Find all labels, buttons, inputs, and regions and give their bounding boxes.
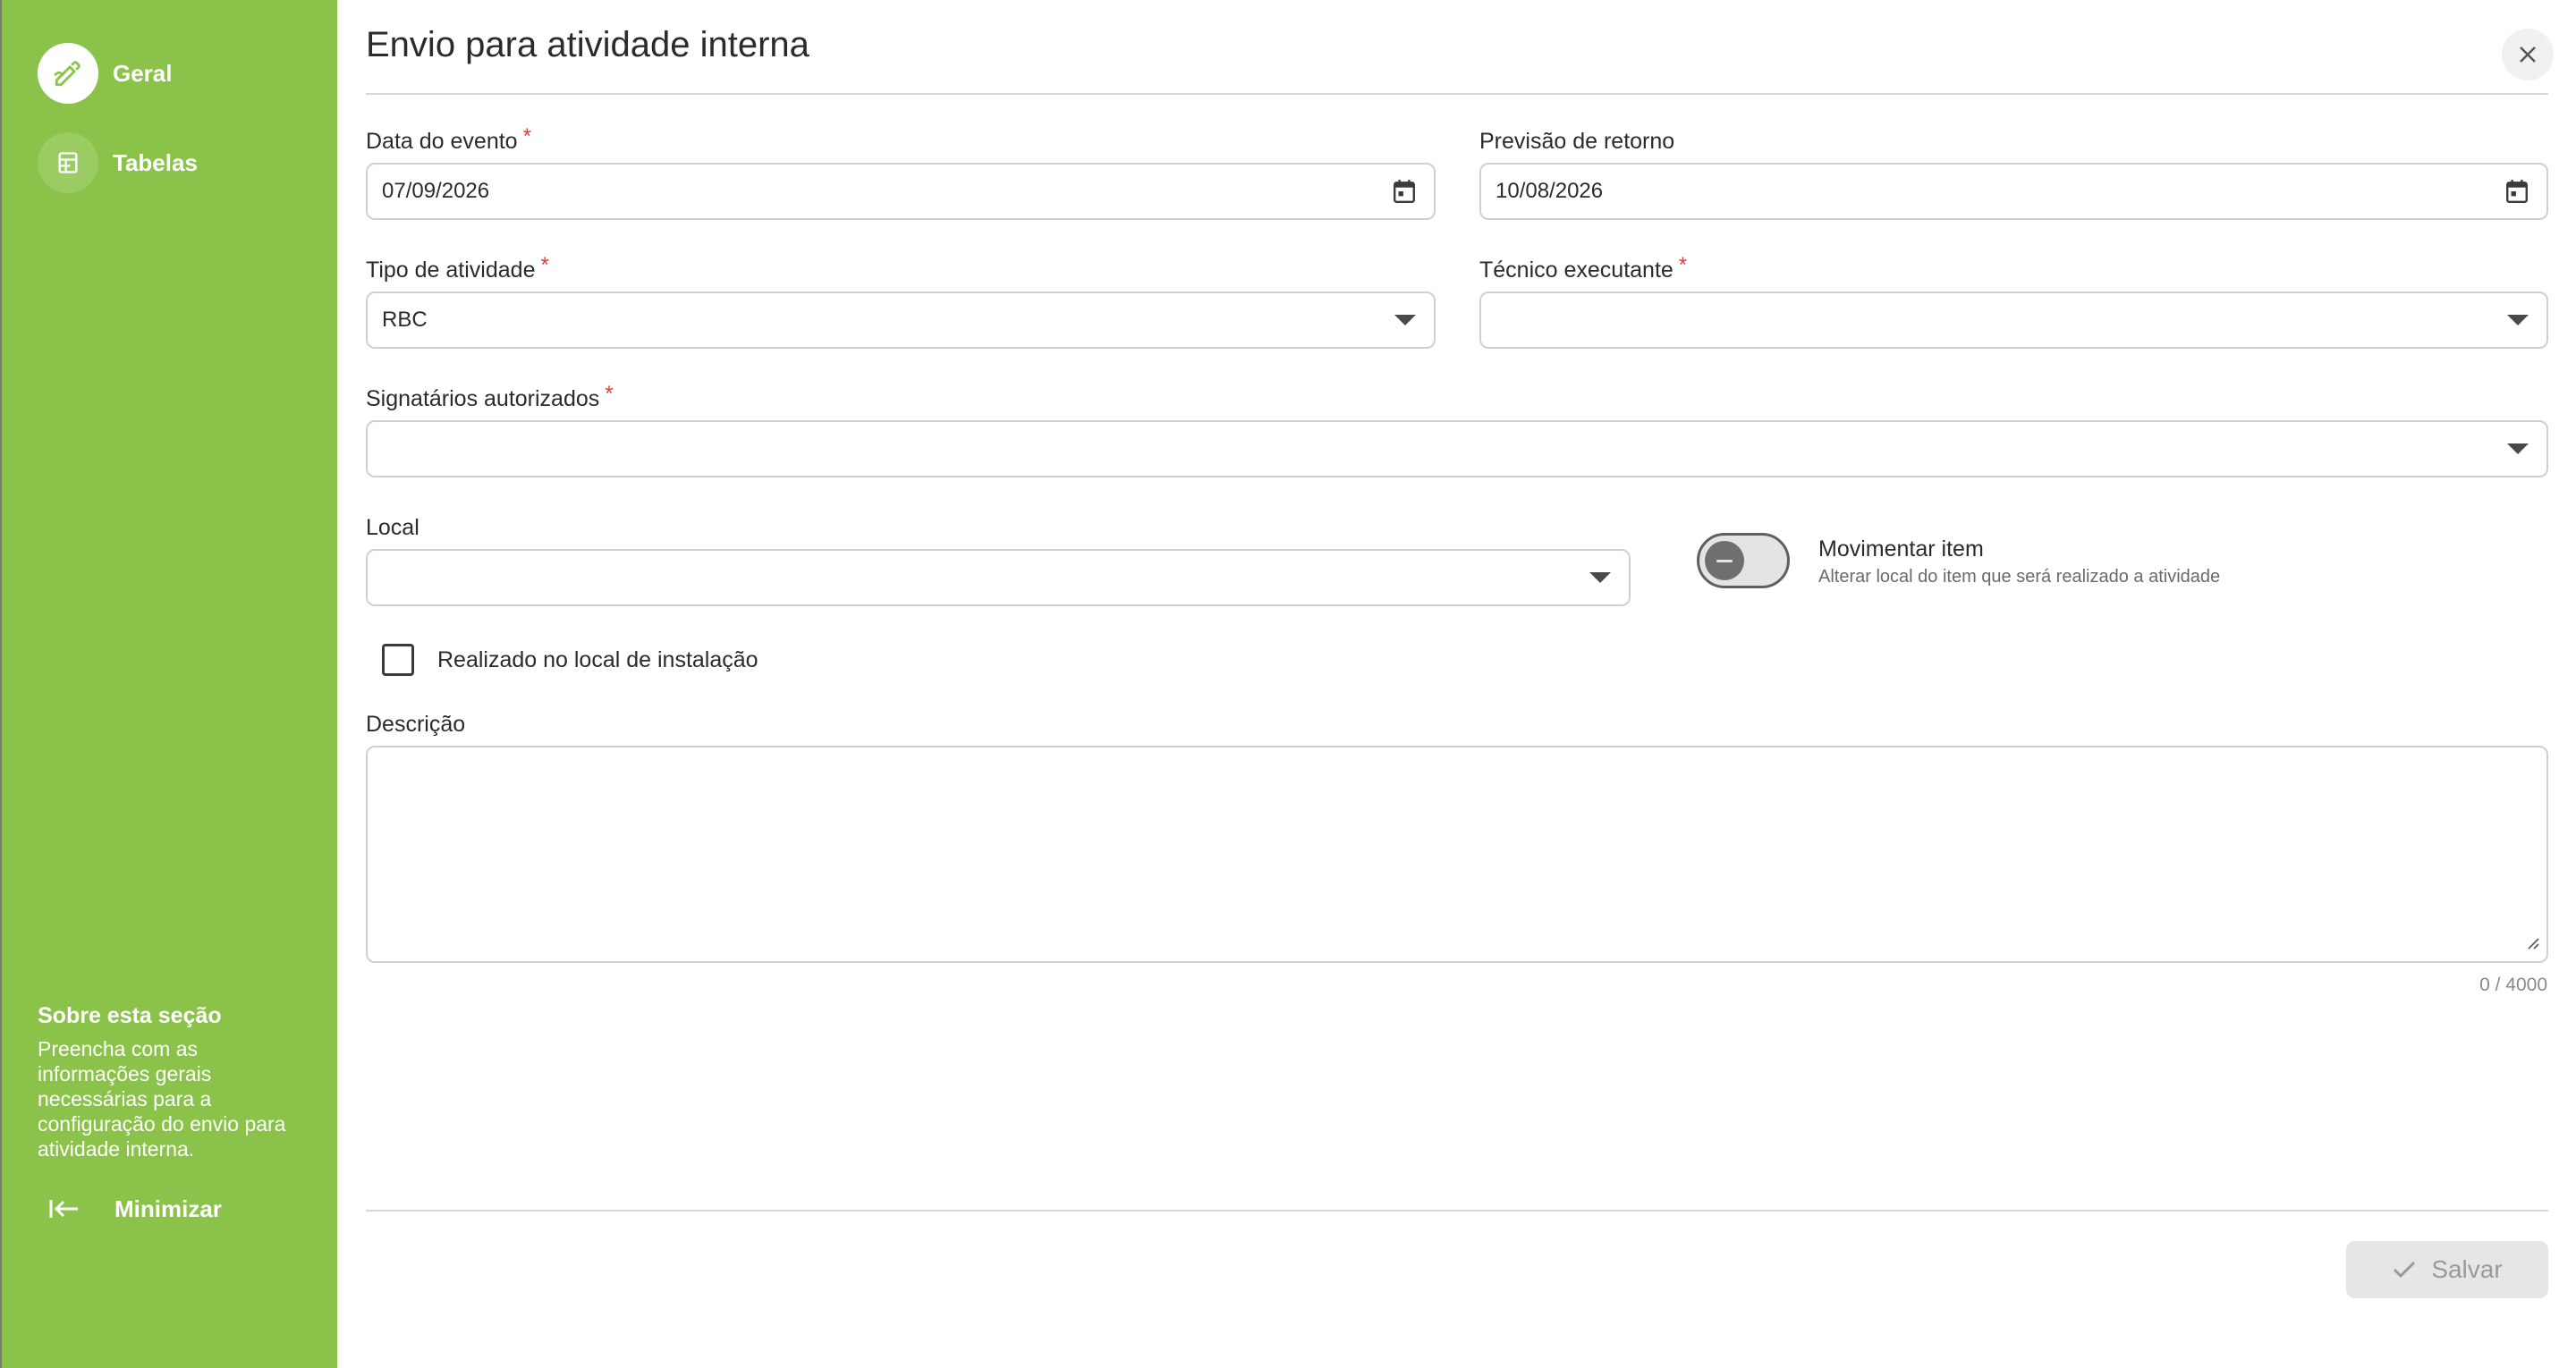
table-icon [38,132,98,193]
footer-divider [366,1210,2548,1212]
calendar-icon[interactable] [2505,179,2529,204]
signatarios-select[interactable] [366,420,2548,477]
local-label: Local [366,515,419,540]
dialog-title: Envio para atividade interna [366,25,809,64]
edit-icon [38,43,98,104]
about-section: Sobre esta seção Preencha com as informa… [38,1003,297,1161]
sidebar-item-tabelas[interactable]: Tabelas [38,132,198,193]
check-icon [2394,1261,2416,1279]
about-text: Preencha com as informações gerais neces… [38,1037,286,1161]
tecnico-executante-select[interactable] [1479,291,2548,349]
signatarios-label-text: Signatários autorizados [366,386,600,411]
sidebar-item-label: Tabelas [113,148,198,176]
tipo-atividade-select[interactable]: RBC [366,291,1436,349]
chevron-down-icon[interactable] [1394,315,1416,325]
tipo-atividade-label-text: Tipo de atividade [366,258,536,283]
movimentar-item-subtitle: Alterar local do item que será realizado… [1818,567,2221,587]
minimize-label: Minimizar [114,1195,222,1222]
chevron-down-icon[interactable] [2507,443,2529,454]
movimentar-item-title: Movimentar item [1818,536,1984,562]
tecnico-executante-label: Técnico executante * [1479,253,1687,283]
chevron-down-icon[interactable] [2507,315,2529,325]
previsao-retorno-label: Previsão de retorno [1479,129,1675,154]
about-title: Sobre esta seção [38,1003,222,1028]
previsao-retorno-field[interactable]: 10/08/2026 [1479,163,2548,220]
header-divider [366,93,2548,95]
data-evento-value: 07/09/2026 [382,179,490,203]
close-button[interactable] [2502,29,2554,80]
local-select[interactable] [366,549,1631,606]
tecnico-executante-label-text: Técnico executante [1479,258,1674,283]
dialog-main: Envio para atividade interna Data do eve… [337,0,2576,1368]
movimentar-item-toggle[interactable] [1697,533,1790,588]
required-marker: * [1678,253,1688,277]
realizado-local-label[interactable]: Realizado no local de instalação [437,647,758,673]
previsao-retorno-value: 10/08/2026 [1496,179,1604,203]
close-icon [2520,46,2536,63]
required-marker: * [605,382,614,406]
resize-grip-icon[interactable] [2525,935,2539,954]
required-marker: * [540,253,549,277]
minimize-button[interactable]: Minimizar [48,1189,222,1229]
tipo-atividade-label: Tipo de atividade * [366,253,549,283]
descricao-textarea[interactable] [366,746,2548,963]
sidebar-item-label: Geral [113,59,173,87]
signatarios-label: Signatários autorizados * [366,382,614,412]
descricao-label: Descrição [366,712,466,737]
toggle-knob [1705,541,1744,580]
sidebar-item-geral[interactable]: Geral [38,43,173,104]
required-marker: * [522,124,531,148]
save-label: Salvar [2431,1255,2503,1283]
char-counter: 0 / 4000 [2479,975,2547,995]
calendar-icon[interactable] [1393,179,1416,204]
data-evento-label: Data do evento * [366,124,531,155]
save-button[interactable]: Salvar [2346,1241,2548,1298]
data-evento-field[interactable]: 07/09/2026 [366,163,1436,220]
collapse-left-icon [49,1200,78,1218]
sidebar: Geral Tabelas Sobre esta seção Preencha … [0,0,337,1368]
data-evento-label-text: Data do evento [366,129,518,154]
realizado-local-checkbox[interactable] [382,644,414,676]
chevron-down-icon[interactable] [1589,572,1611,583]
tipo-atividade-value: RBC [382,308,428,332]
